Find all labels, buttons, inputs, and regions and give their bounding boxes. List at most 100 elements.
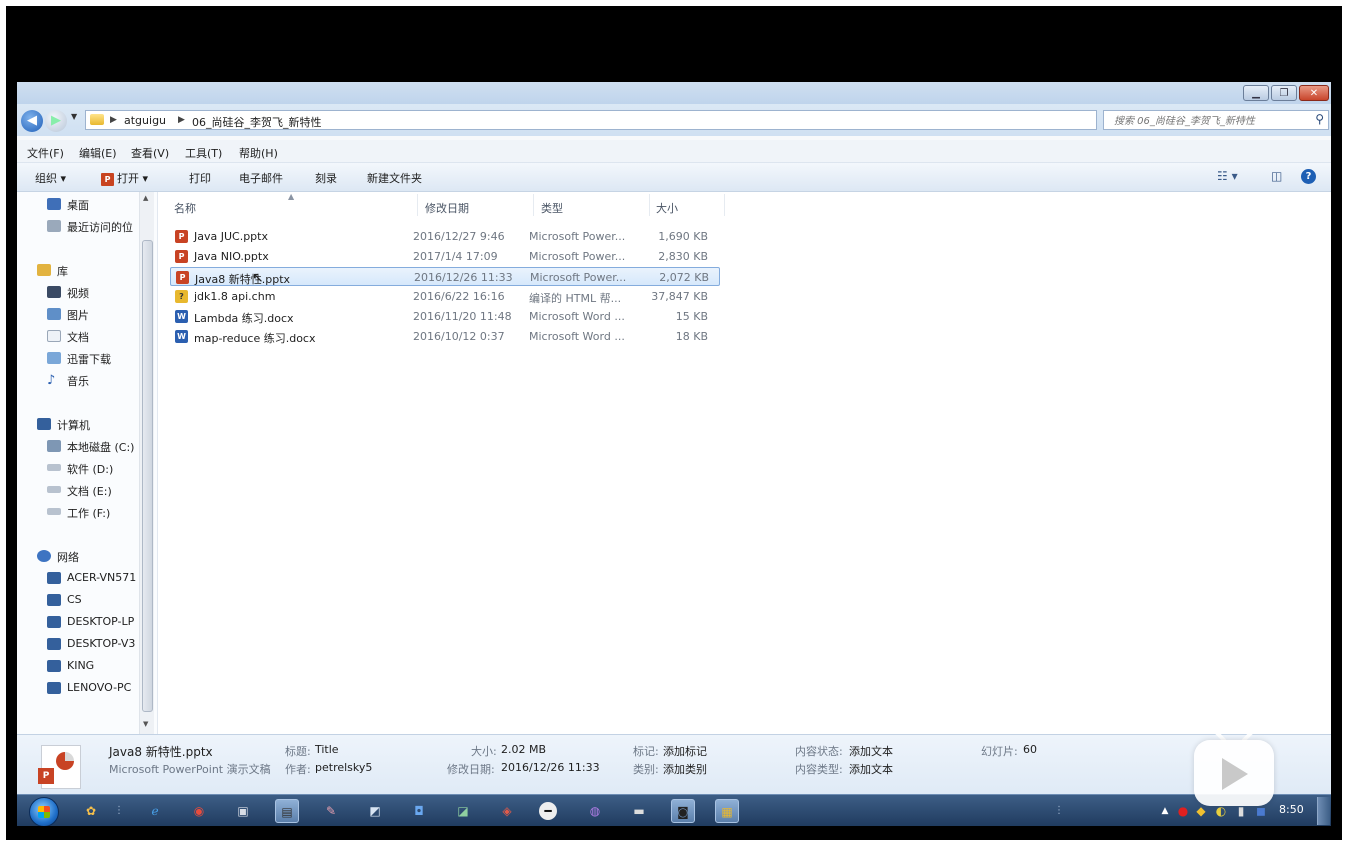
nav-scrollbar[interactable]: ▲ ▼: [139, 192, 154, 734]
nav-item-xunlei-downloads[interactable]: 迅雷下载: [67, 351, 111, 367]
nav-item-network-host[interactable]: CS: [67, 593, 82, 606]
details-category-value[interactable]: 添加类别: [663, 761, 707, 777]
taskbar-clock[interactable]: 8:50: [1279, 803, 1304, 816]
nav-item-videos[interactable]: 视频: [67, 285, 89, 301]
back-button[interactable]: ◀: [21, 110, 43, 132]
nav-scrollbar-thumb[interactable]: [142, 240, 153, 712]
nav-item-documents[interactable]: 文档: [67, 329, 89, 345]
video-play-watermark[interactable]: [1188, 728, 1280, 810]
nav-item-drive-f[interactable]: 工作 (F:): [67, 505, 110, 521]
help-icon[interactable]: ?: [1301, 169, 1316, 184]
details-tags-value[interactable]: 添加标记: [663, 743, 707, 759]
nav-item-drive-c[interactable]: 本地磁盘 (C:): [67, 439, 134, 455]
terminal-icon[interactable]: ▬: [627, 799, 651, 823]
recent-pages-dropdown[interactable]: ▼: [71, 112, 77, 121]
network-computer-icon: [47, 594, 61, 606]
nav-item-network-host[interactable]: LENOVO-PC: [67, 681, 131, 694]
menu-view[interactable]: 查看(V): [131, 145, 169, 161]
chat-icon[interactable]: ◩: [363, 799, 387, 823]
column-header-size[interactable]: 大小: [656, 200, 678, 216]
menu-tools[interactable]: 工具(T): [185, 145, 222, 161]
documents-icon: [47, 330, 61, 342]
media-icon[interactable]: ◈: [495, 799, 519, 823]
show-desktop-button[interactable]: [1317, 797, 1330, 825]
menu-edit[interactable]: 编辑(E): [79, 145, 117, 161]
powerpoint-file-icon: P: [38, 745, 81, 789]
browser-icon[interactable]: ◘: [407, 799, 431, 823]
internet-explorer-icon[interactable]: ℯ: [143, 799, 167, 823]
print-button[interactable]: 打印: [189, 170, 211, 186]
open-button[interactable]: P 打开 ▾: [101, 170, 148, 186]
breadcrumb-current-folder[interactable]: 06_尚硅谷_李贺飞_新特性: [192, 114, 322, 130]
menu-file[interactable]: 文件(F): [27, 145, 64, 161]
nav-item-pictures[interactable]: 图片: [67, 307, 89, 323]
details-author-label: 作者:: [285, 763, 311, 776]
file-type: Microsoft Power...: [529, 230, 626, 243]
file-row[interactable]: W map-reduce 练习.docx 2016/10/12 0:37 Mic…: [170, 327, 720, 346]
address-bar[interactable]: ▶ atguigu ▶ 06_尚硅谷_李贺飞_新特性 ▼ ⟳: [85, 110, 1158, 130]
file-row[interactable]: ? jdk1.8 api.chm 2016/6/22 16:16 编译的 HTM…: [170, 287, 720, 306]
column-header-name[interactable]: 名称: [174, 200, 196, 216]
search-input[interactable]: [1112, 113, 1306, 129]
app-icon[interactable]: ▣: [231, 799, 255, 823]
file-size: 1,690 KB: [658, 230, 708, 243]
minimize-button[interactable]: ▁: [1243, 85, 1269, 101]
nav-item-network-host[interactable]: ACER-VN571: [67, 571, 136, 584]
nav-item-drive-e[interactable]: 文档 (E:): [67, 483, 112, 499]
maximize-button[interactable]: ❐: [1271, 85, 1297, 101]
search-box[interactable]: ⚲: [1103, 110, 1329, 130]
start-button[interactable]: [29, 797, 59, 826]
column-header-type[interactable]: 类型: [541, 200, 563, 216]
breadcrumb-atguigu[interactable]: atguigu: [124, 114, 166, 127]
column-divider[interactable]: [417, 194, 418, 216]
file-row[interactable]: P Java NIO.pptx 2017/1/4 17:09 Microsoft…: [170, 247, 720, 266]
column-divider[interactable]: [649, 194, 650, 216]
nav-item-drive-d[interactable]: 软件 (D:): [67, 461, 113, 477]
explorer-taskbar-button[interactable]: ▤: [275, 799, 299, 823]
nav-item-network-host[interactable]: KING: [67, 659, 94, 672]
column-divider[interactable]: [533, 194, 534, 216]
app-launcher-icon[interactable]: ✿: [79, 799, 103, 823]
chrome-icon[interactable]: ◉: [187, 799, 211, 823]
view-options-icon[interactable]: ☷ ▾: [1217, 169, 1238, 183]
new-folder-button[interactable]: 新建文件夹: [367, 170, 422, 186]
nav-item-library[interactable]: 库: [57, 263, 68, 279]
nav-item-recent-places[interactable]: 最近访问的位: [67, 219, 133, 235]
file-row[interactable]: W Lambda 练习.docx 2016/11/20 11:48 Micros…: [170, 307, 720, 326]
nav-item-desktop[interactable]: 桌面: [67, 197, 89, 213]
tool-icon[interactable]: ◪: [451, 799, 475, 823]
burn-button[interactable]: 刻录: [315, 170, 337, 186]
details-category-label: 类别:: [633, 763, 659, 776]
record-icon[interactable]: ━: [539, 802, 557, 820]
nav-item-network[interactable]: 网络: [57, 549, 79, 565]
organize-button[interactable]: 组织 ▾: [35, 170, 66, 186]
eclipse-icon[interactable]: ◍: [583, 799, 607, 823]
column-header-date[interactable]: 修改日期: [425, 200, 469, 216]
nav-item-music[interactable]: 音乐: [67, 373, 89, 389]
details-slides-value: 60: [1023, 743, 1037, 756]
details-author-value[interactable]: petrelsky5: [315, 761, 372, 774]
details-content-type-value[interactable]: 添加文本: [849, 761, 893, 777]
forward-button[interactable]: ▶: [45, 110, 67, 132]
close-button[interactable]: ✕: [1299, 85, 1329, 101]
scroll-down-icon[interactable]: ▼: [143, 720, 148, 728]
pptx-file-icon: P: [175, 250, 188, 263]
search-icon[interactable]: ⚲: [1315, 112, 1324, 126]
nav-item-network-host[interactable]: DESKTOP-LP: [67, 615, 134, 628]
nav-item-computer[interactable]: 计算机: [57, 417, 90, 433]
column-divider[interactable]: [724, 194, 725, 216]
nav-item-network-host[interactable]: DESKTOP-V3: [67, 637, 135, 650]
details-title-value[interactable]: Title: [315, 743, 339, 756]
scroll-up-icon[interactable]: ▲: [143, 194, 148, 202]
email-button[interactable]: 电子邮件: [239, 170, 283, 186]
paint-icon[interactable]: ✎: [319, 799, 343, 823]
file-row[interactable]: P Java JUC.pptx 2016/12/27 9:46 Microsof…: [170, 227, 720, 246]
menu-help[interactable]: 帮助(H): [239, 145, 278, 161]
details-content-status-value[interactable]: 添加文本: [849, 743, 893, 759]
details-pane: P Java8 新特性.pptx Microsoft PowerPoint 演示…: [17, 734, 1331, 795]
folder-taskbar-button[interactable]: ▦: [715, 799, 739, 823]
preview-pane-icon[interactable]: ◫: [1271, 169, 1282, 183]
camera-app-icon[interactable]: ◙: [671, 799, 695, 823]
address-row: ◀ ▶ ▼ ▶ atguigu ▶ 06_尚硅谷_李贺飞_新特性 ▼ ⟳ ⚲: [17, 104, 1331, 136]
folder-icon: [90, 114, 104, 125]
